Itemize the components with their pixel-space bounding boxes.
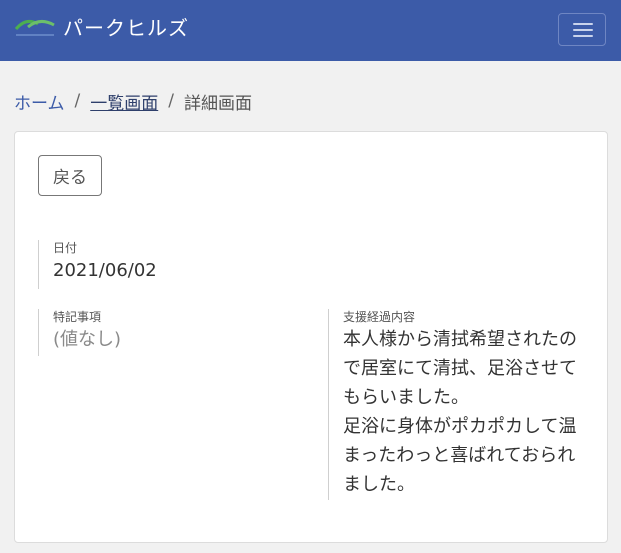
support-progress-field: 支援経過内容 本人様から清拭希望されたので居室にて清拭、足浴させてもらいました。… (328, 309, 590, 500)
special-notes-field: 特記事項 (値なし) (38, 309, 298, 356)
breadcrumb-separator: / (168, 91, 174, 111)
brand[interactable]: パークヒルズ (14, 12, 189, 41)
hamburger-menu-icon (573, 23, 593, 25)
breadcrumb-separator: / (74, 91, 81, 111)
brand-title: パークヒルズ (63, 16, 189, 40)
support-progress-value: 本人様から清拭希望されたので居室にて清拭、足浴させてもらいました。 足浴に身体が… (343, 329, 577, 495)
detail-card: 戻る 日付 2021/06/02 特記事項 (値なし) 支援経過内容 本人様から… (14, 131, 608, 543)
hamburger-menu-icon-bar (573, 29, 593, 31)
back-button[interactable]: 戻る (38, 155, 102, 196)
park-hills-logo-icon (14, 19, 55, 36)
special-notes-label: 特記事項 (53, 310, 102, 324)
breadcrumb-home-link[interactable]: ホーム (14, 89, 65, 114)
breadcrumb: ホーム / 一覧画面 / 詳細画面 (14, 89, 252, 114)
date-value: 2021/06/02 (53, 260, 157, 281)
breadcrumb-list-link[interactable]: 一覧画面 (90, 89, 158, 114)
hamburger-menu-button[interactable] (558, 13, 606, 46)
hamburger-menu-icon-bar (573, 35, 593, 37)
breadcrumb-current: 詳細画面 (183, 93, 252, 114)
support-progress-label: 支援経過内容 (343, 310, 416, 324)
special-notes-value: (値なし) (53, 329, 122, 350)
top-navbar: パークヒルズ (0, 0, 621, 61)
date-field: 日付 2021/06/02 (38, 240, 298, 289)
date-label: 日付 (53, 241, 78, 255)
